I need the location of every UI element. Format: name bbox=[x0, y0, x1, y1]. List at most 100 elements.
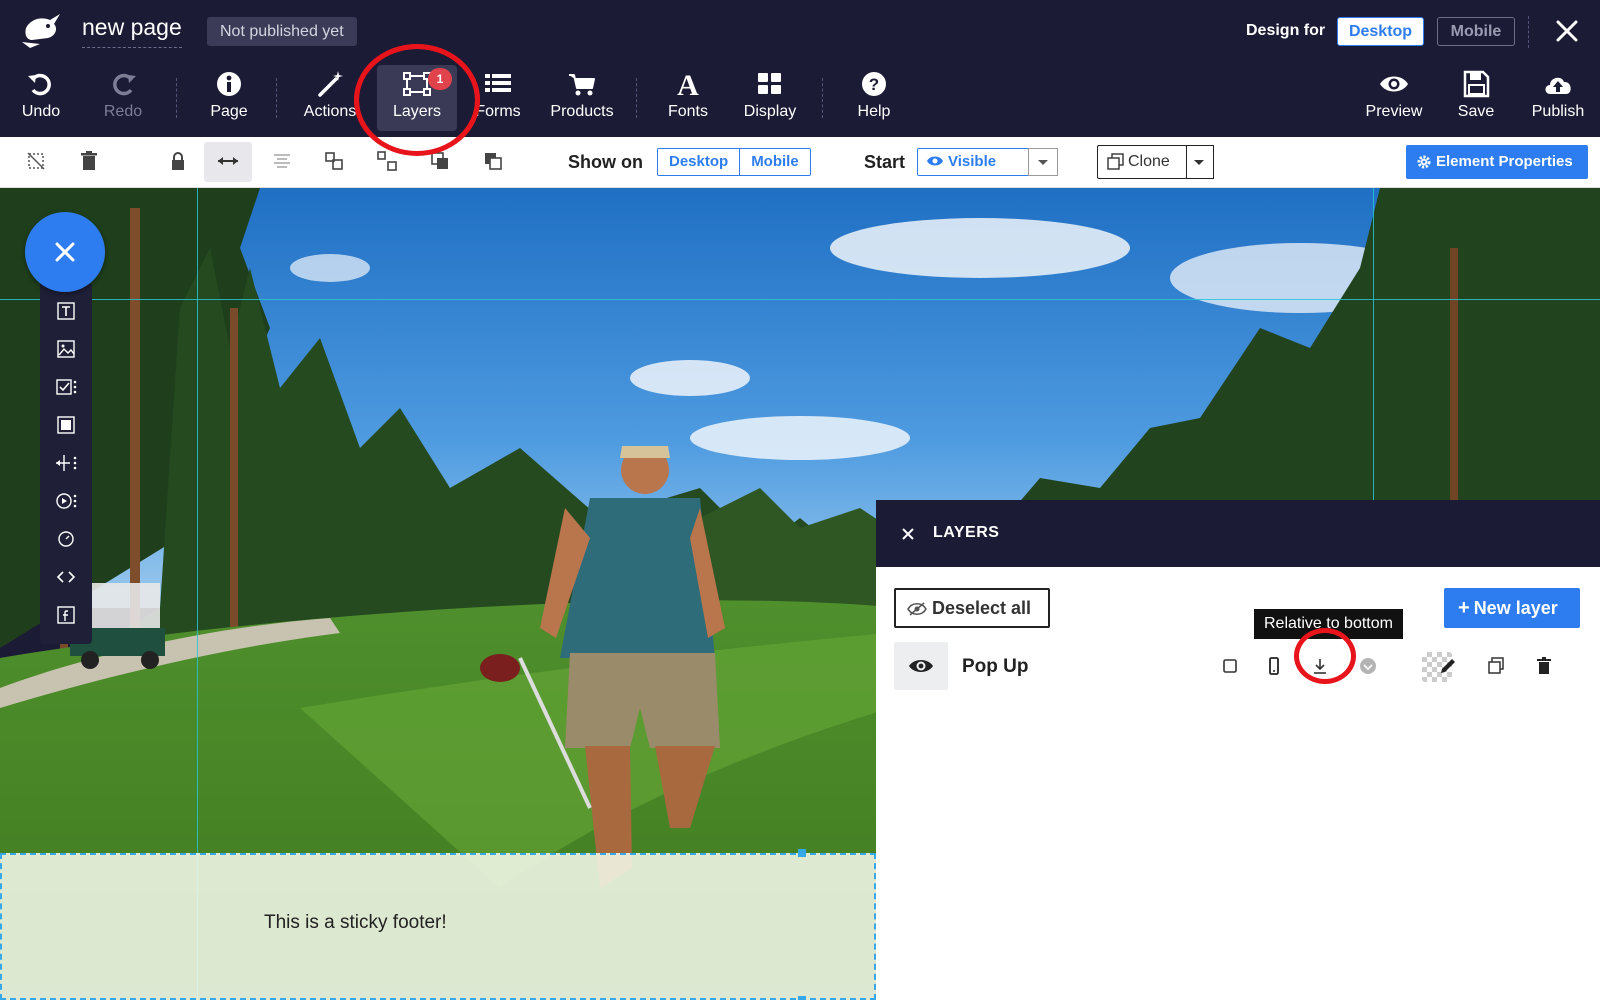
save-label: Save bbox=[1457, 103, 1495, 120]
ungroup-icon[interactable] bbox=[373, 147, 401, 175]
code-element-icon[interactable] bbox=[54, 565, 78, 589]
clone-label: Clone bbox=[1128, 153, 1170, 170]
actions-label: Actions bbox=[303, 103, 357, 120]
rabbit-logo-icon[interactable] bbox=[20, 10, 64, 50]
clone-button[interactable]: Clone bbox=[1097, 145, 1187, 179]
new-layer-label: New layer bbox=[1473, 598, 1558, 618]
save-button[interactable]: Save bbox=[1436, 68, 1516, 122]
redo-button[interactable]: Redo bbox=[83, 68, 163, 122]
layer-row[interactable]: Pop Up bbox=[894, 642, 1584, 692]
chevron-circle-down-icon[interactable] bbox=[1356, 654, 1380, 678]
pencil-icon[interactable] bbox=[1436, 654, 1460, 678]
group-icon[interactable] bbox=[320, 147, 348, 175]
divider-element-icon[interactable] bbox=[54, 451, 78, 475]
list-icon bbox=[485, 74, 511, 92]
divider bbox=[276, 78, 277, 118]
actions-button[interactable]: Actions bbox=[290, 68, 370, 122]
image-element-icon[interactable] bbox=[54, 337, 78, 361]
mobile-icon[interactable] bbox=[1262, 654, 1286, 678]
clone-dropdown[interactable] bbox=[1186, 145, 1214, 179]
start-visibility-dropdown[interactable] bbox=[1028, 148, 1058, 176]
add-element-palette bbox=[40, 284, 92, 644]
design-for-label: Design for bbox=[1246, 22, 1326, 39]
lock-icon[interactable] bbox=[164, 147, 192, 175]
show-on-mobile-button[interactable]: Mobile bbox=[739, 149, 810, 175]
eye-icon bbox=[909, 660, 933, 672]
divider bbox=[1528, 16, 1529, 48]
question-icon: ? bbox=[862, 72, 886, 96]
products-button[interactable]: Products bbox=[542, 68, 622, 122]
guide-line-horizontal bbox=[0, 299, 1600, 300]
display-label: Display bbox=[743, 103, 797, 120]
fonts-button[interactable]: A Fonts bbox=[648, 68, 728, 122]
publish-status-badge: Not published yet bbox=[207, 17, 357, 46]
sticky-footer-text[interactable]: This is a sticky footer! bbox=[264, 912, 447, 934]
show-on-toggle: Desktop Mobile bbox=[657, 148, 811, 176]
divider bbox=[636, 78, 637, 118]
start-visibility-select[interactable]: Visible bbox=[917, 148, 1029, 176]
sticky-footer-element[interactable]: This is a sticky footer! bbox=[0, 853, 876, 1000]
social-element-icon[interactable] bbox=[54, 603, 78, 627]
close-panel-icon[interactable] bbox=[900, 526, 916, 542]
page-button[interactable]: Page bbox=[189, 68, 269, 122]
relative-to-bottom-icon[interactable] bbox=[1308, 654, 1332, 678]
publish-button[interactable]: Publish bbox=[1518, 68, 1598, 122]
undo-icon bbox=[28, 73, 51, 96]
publish-label: Publish bbox=[1531, 103, 1585, 120]
trash-icon[interactable] bbox=[75, 147, 103, 175]
divider bbox=[822, 78, 823, 118]
video-element-icon[interactable] bbox=[54, 489, 78, 513]
close-editor-icon[interactable] bbox=[1552, 16, 1582, 46]
help-label: Help bbox=[857, 103, 891, 120]
stretch-width-icon[interactable] bbox=[214, 147, 242, 175]
form-element-icon[interactable] bbox=[54, 375, 78, 399]
timer-element-icon[interactable] bbox=[54, 527, 78, 551]
help-button[interactable]: ? Help bbox=[834, 68, 914, 122]
layers-label: Layers bbox=[392, 103, 442, 120]
page-label: Page bbox=[210, 103, 248, 120]
preview-button[interactable]: Preview bbox=[1354, 68, 1434, 122]
layer-visibility-toggle[interactable] bbox=[894, 642, 948, 690]
clone-icon bbox=[1107, 153, 1124, 170]
new-layer-button[interactable]: + New layer bbox=[1444, 588, 1580, 628]
display-button[interactable]: Display bbox=[730, 68, 810, 122]
element-properties-button[interactable]: Element Properties bbox=[1406, 145, 1588, 179]
layers-count-badge: 1 bbox=[428, 68, 452, 90]
magic-wand-icon bbox=[318, 71, 343, 97]
desktop-visibility-icon[interactable] bbox=[1218, 654, 1242, 678]
design-for-mobile-button[interactable]: Mobile bbox=[1437, 17, 1515, 46]
info-icon bbox=[217, 72, 241, 96]
redo-icon bbox=[113, 73, 136, 96]
text-element-icon[interactable] bbox=[54, 299, 78, 323]
deselect-all-button[interactable]: Deselect all bbox=[894, 588, 1050, 628]
layers-panel-title: LAYERS bbox=[933, 524, 1000, 541]
start-label: Start bbox=[864, 152, 906, 172]
duplicate-icon[interactable] bbox=[1484, 654, 1508, 678]
top-bar: new page Not published yet Design for De… bbox=[0, 0, 1600, 137]
eye-icon bbox=[1380, 76, 1408, 92]
trash-icon[interactable] bbox=[1532, 654, 1556, 678]
send-backward-icon[interactable] bbox=[479, 147, 507, 175]
tooltip: Relative to bottom bbox=[1254, 609, 1403, 639]
close-palette-button[interactable] bbox=[25, 212, 105, 292]
no-selection-icon[interactable] bbox=[22, 147, 50, 175]
resize-handle[interactable] bbox=[798, 996, 806, 1000]
products-label: Products bbox=[550, 103, 614, 120]
layer-name[interactable]: Pop Up bbox=[962, 656, 1029, 678]
font-icon: A bbox=[677, 69, 699, 100]
plus-icon: + bbox=[1458, 597, 1470, 619]
forms-button[interactable]: Forms bbox=[458, 68, 538, 122]
undo-button[interactable]: Undo bbox=[1, 68, 81, 122]
undo-label: Undo bbox=[21, 103, 61, 120]
show-on-desktop-button[interactable]: Desktop bbox=[658, 149, 740, 175]
page-title[interactable]: new page bbox=[82, 14, 182, 48]
svg-text:A: A bbox=[677, 69, 699, 100]
close-icon bbox=[55, 242, 75, 262]
deselect-all-label: Deselect all bbox=[932, 598, 1032, 618]
resize-handle[interactable] bbox=[798, 849, 806, 857]
design-for-desktop-button[interactable]: Desktop bbox=[1337, 17, 1424, 46]
guide-line-vertical bbox=[1373, 188, 1374, 500]
align-center-icon[interactable] bbox=[268, 147, 296, 175]
bring-forward-icon[interactable] bbox=[426, 147, 454, 175]
box-element-icon[interactable] bbox=[54, 413, 78, 437]
